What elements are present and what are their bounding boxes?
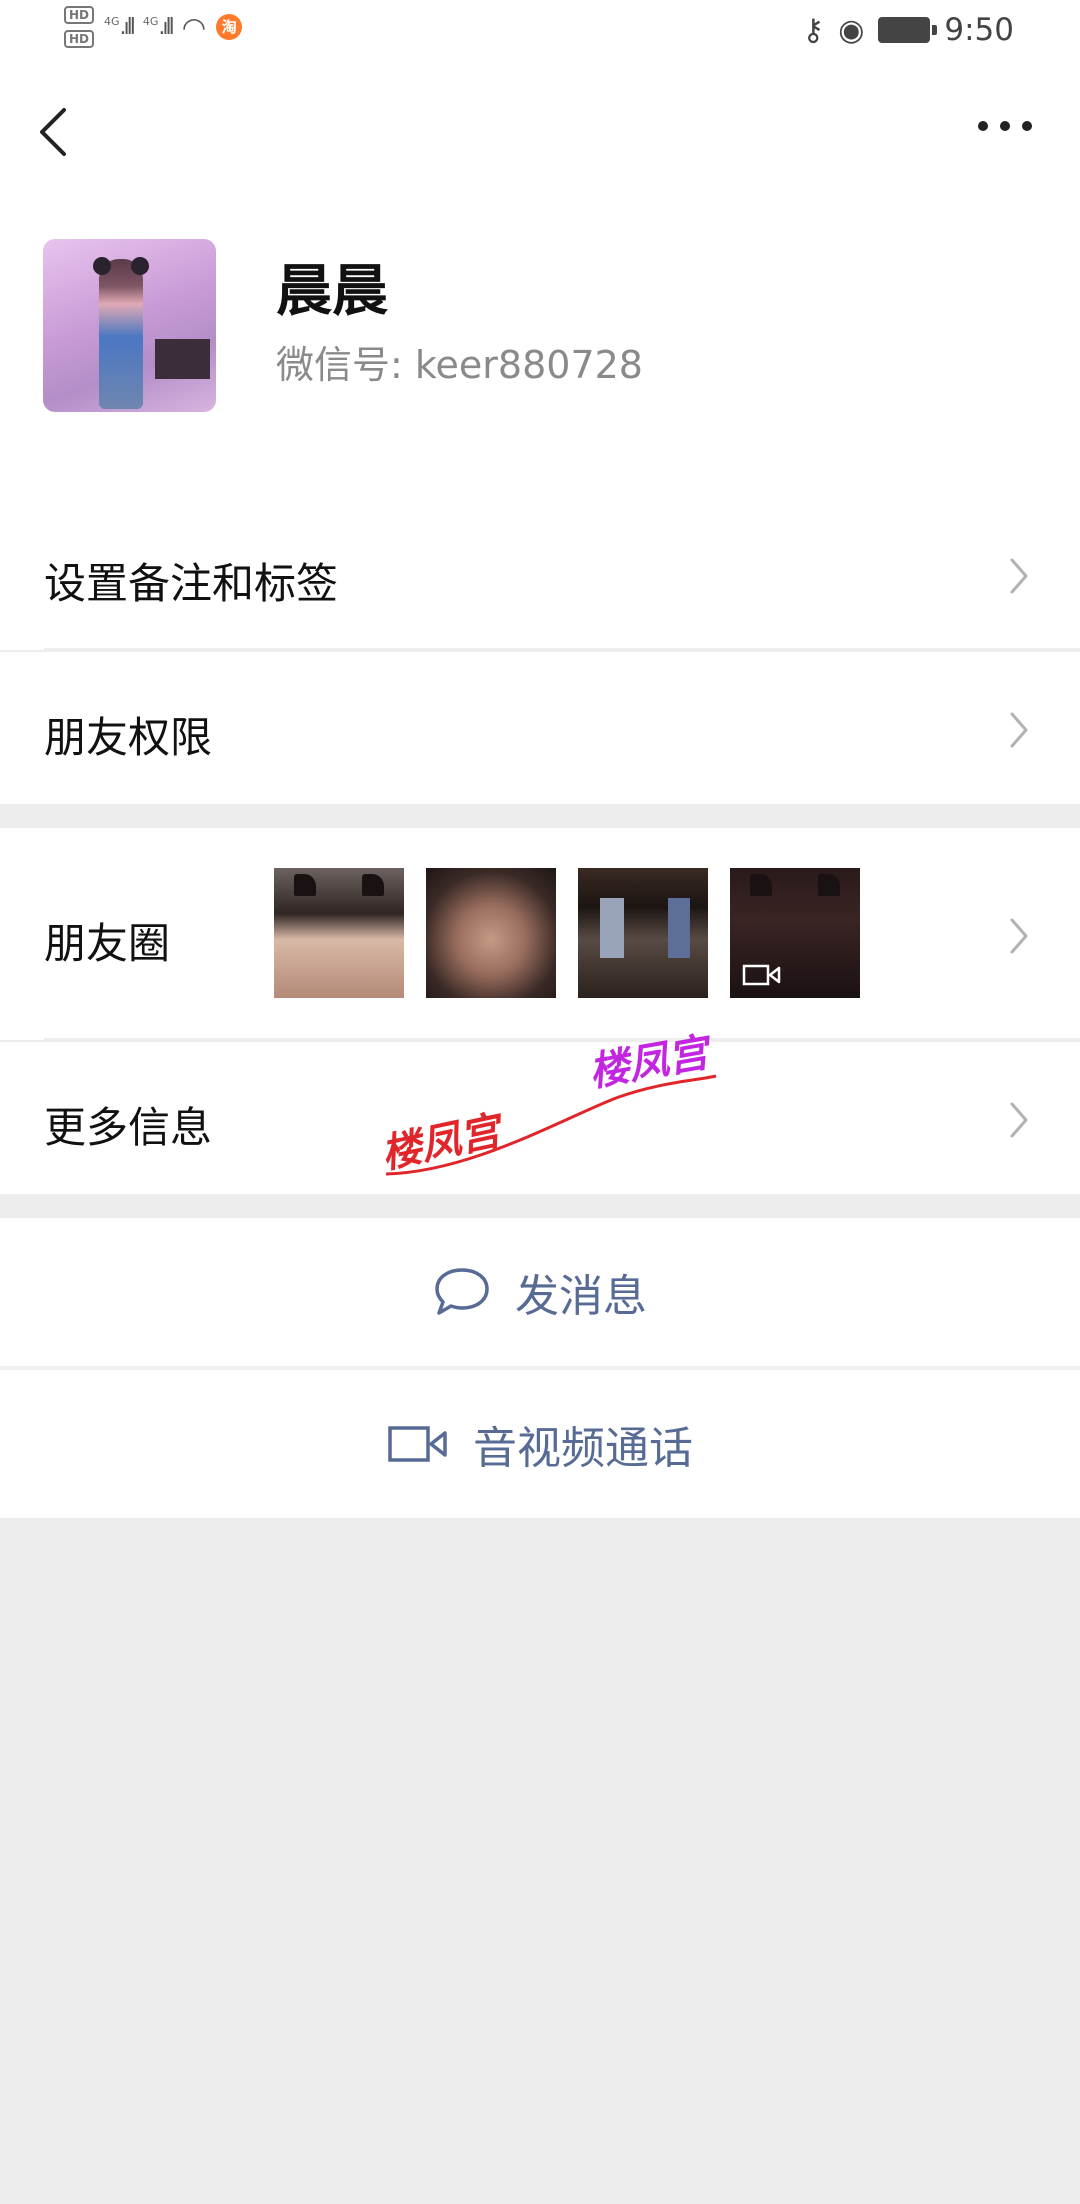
- avatar[interactable]: [43, 239, 216, 412]
- watermark: 楼凤宫 楼凤宫: [377, 1030, 740, 1178]
- thumbnail-ears: [750, 874, 840, 896]
- cell-signal-icon-2: 4G.ıll: [142, 14, 175, 40]
- send-message-label: 发消息: [515, 1271, 647, 1322]
- wifi-icon: ◠: [181, 10, 207, 44]
- back-button[interactable]: [34, 104, 74, 160]
- hd-indicators: HD HD: [64, 6, 95, 48]
- send-message-button[interactable]: 发消息: [0, 1218, 1080, 1366]
- thumbnail-ears: [294, 874, 384, 896]
- status-bar: HD HD 4G.ıll 4G.ıll ◠ 淘 ⚷ ◉ 9:50: [0, 0, 1080, 64]
- taobao-notification-icon: 淘: [216, 14, 243, 40]
- moments-thumbnail: [578, 868, 708, 998]
- moments-row[interactable]: 朋友圈: [0, 828, 1080, 1040]
- video-icon: [742, 964, 781, 986]
- network-type-2: 4G: [142, 14, 159, 28]
- chevron-right-icon: [1008, 916, 1030, 954]
- chevron-right-icon: [1008, 1100, 1030, 1138]
- profile-name: 晨晨: [276, 259, 388, 324]
- video-call-label: 音视频通话: [473, 1423, 693, 1474]
- moments-thumbnail: [730, 868, 860, 998]
- chat-bubble-icon: [435, 1268, 489, 1315]
- avatar-background-detail: [155, 339, 210, 379]
- more-dot-icon: [978, 121, 988, 131]
- divider: [44, 648, 1080, 650]
- avatar-figure: [99, 259, 143, 409]
- more-info-label: 更多信息: [44, 1103, 213, 1152]
- key-icon: ⚷: [802, 12, 825, 48]
- remark-and-tags-label: 设置备注和标签: [44, 559, 339, 608]
- avatar-ears: [93, 257, 149, 275]
- moments-thumbnail: [426, 868, 556, 998]
- video-camera-icon: [388, 1426, 447, 1462]
- moments-thumbnail: [274, 868, 404, 998]
- status-left: HD HD 4G.ıll 4G.ıll ◠ 淘: [64, 6, 243, 48]
- moments-thumbnails: [274, 868, 860, 998]
- remark-and-tags-row[interactable]: 设置备注和标签: [0, 500, 1080, 650]
- wechat-id: 微信号: keer880728: [276, 343, 643, 387]
- chevron-right-icon: [1008, 710, 1030, 748]
- chevron-right-icon: [1008, 556, 1030, 594]
- more-options-button[interactable]: [978, 116, 1032, 136]
- hd-indicator-1: HD: [64, 6, 95, 24]
- section-gap: [0, 1194, 1080, 1218]
- friend-permissions-label: 朋友权限: [44, 713, 213, 762]
- more-dot-icon: [1000, 121, 1010, 131]
- network-type-1: 4G: [104, 14, 120, 28]
- eye-icon: ◉: [838, 12, 865, 48]
- more-dot-icon: [1022, 121, 1032, 131]
- section-gap: [0, 804, 1080, 828]
- video-call-button[interactable]: 音视频通话: [0, 1370, 1080, 1518]
- friend-permissions-row[interactable]: 朋友权限: [0, 652, 1080, 804]
- cell-signal-icon-1: 4G.ıll: [104, 14, 136, 40]
- hd-indicator-2: HD: [64, 30, 95, 48]
- battery-icon: [878, 17, 938, 43]
- status-right: ⚷ ◉ 9:50: [802, 12, 1014, 48]
- moments-label: 朋友圈: [44, 919, 171, 968]
- chevron-left-icon: [40, 108, 66, 156]
- clock: 9:50: [944, 12, 1014, 48]
